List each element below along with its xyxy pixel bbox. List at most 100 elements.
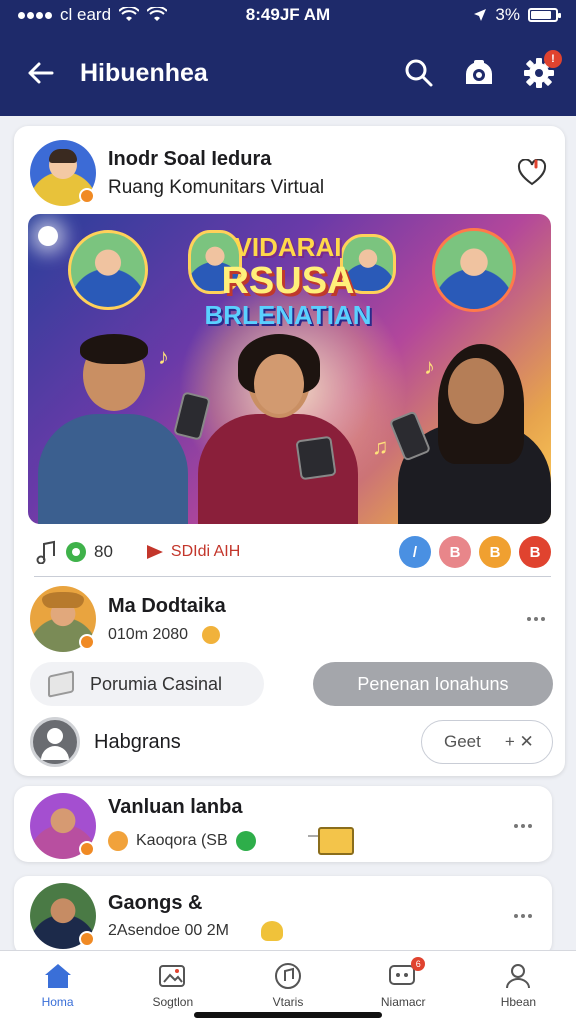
camera-button[interactable] — [462, 56, 496, 90]
online-indicator — [79, 188, 95, 204]
battery-icon — [528, 8, 561, 22]
settings-button[interactable]: ! — [522, 50, 562, 90]
banner-title: VIDARAI RSUSA BRLENATIAN — [188, 234, 388, 328]
list-item-inner: Vanluan lanba Kaoqora (SB — [30, 792, 536, 860]
get-button[interactable]: Geet + ✕ — [421, 720, 553, 764]
music-note-icon[interactable] — [36, 540, 58, 564]
nav-label: Hbean — [500, 995, 537, 1009]
close-icon[interactable]: + ✕ — [505, 732, 534, 752]
wifi-icon — [119, 7, 140, 21]
play-icon — [146, 545, 163, 559]
person-figure — [198, 334, 358, 524]
avatar[interactable] — [30, 883, 96, 949]
page-title: Hibuenhea — [80, 58, 208, 87]
avatar[interactable] — [30, 140, 96, 206]
online-indicator — [79, 931, 95, 947]
banner-line-1: VIDARAI — [234, 232, 342, 262]
reaction-button[interactable]: B — [479, 536, 511, 568]
gear-icon[interactable] — [66, 542, 86, 562]
home-icon — [42, 961, 74, 991]
header-actions: ! — [402, 50, 562, 90]
list-item-meta-text: 2Asendoe 00 2M — [108, 921, 229, 939]
pill-row: Porumia Casinal Penenan Ionahuns — [30, 662, 553, 706]
post2-titles: Ma Dodtaika 010m 2080 — [108, 595, 523, 644]
action-pill[interactable]: Penenan Ionahuns — [313, 662, 553, 706]
post2-header: Ma Dodtaika 010m 2080 — [30, 584, 549, 654]
folder-icon[interactable] — [307, 825, 356, 857]
reaction-button[interactable]: B — [439, 536, 471, 568]
post-titles: Inodr Soal Iedura Ruang Komunitars Virtu… — [108, 148, 515, 199]
feed-card: Inodr Soal Iedura Ruang Komunitars Virtu… — [14, 126, 565, 776]
post2-meta: 010m 2080 — [108, 625, 523, 644]
category-pill[interactable]: Porumia Casinal — [30, 662, 264, 706]
box-icon — [48, 670, 74, 698]
get-label: Geet — [444, 732, 481, 751]
post-header: Inodr Soal Iedura Ruang Komunitars Virtu… — [30, 138, 549, 208]
status-left: cl eard — [18, 5, 168, 25]
user-placeholder-icon — [30, 717, 80, 767]
back-arrow-icon — [28, 62, 54, 84]
list-item[interactable]: Gaongs & 2Asendoe 00 2M — [14, 876, 552, 956]
wifi-icon-2 — [147, 7, 168, 21]
banner-line-3: BRLENATIAN — [204, 300, 372, 330]
divider — [34, 576, 551, 577]
check-icon — [235, 830, 256, 851]
list-item-meta: Kaoqora (SB — [108, 825, 510, 857]
emoji-icon — [202, 625, 221, 644]
reaction-button[interactable]: B — [519, 536, 551, 568]
avatar-bubble — [432, 228, 516, 312]
nav-profile[interactable]: Hbean — [461, 951, 576, 1024]
phone — [295, 435, 337, 481]
post2-author[interactable]: Ma Dodtaika — [108, 595, 523, 618]
nav-label: Homa — [41, 995, 74, 1009]
action-count: 80 — [94, 542, 113, 561]
post-action-row: 80 SDIdi AIH / B B B — [36, 536, 551, 568]
invite-name: Habgrans — [94, 730, 181, 753]
avatar-bubble — [68, 230, 148, 310]
search-button[interactable] — [402, 56, 436, 90]
post-subtitle: Ruang Komunitars Virtual — [108, 176, 325, 198]
music-note-icon: ♫ — [372, 434, 389, 459]
invite-row: Habgrans Geet + ✕ — [30, 716, 553, 768]
settings-badge: ! — [544, 50, 562, 68]
chat-icon: 6 — [387, 957, 426, 991]
battery-fill — [531, 11, 551, 19]
avatar[interactable] — [30, 586, 96, 652]
reaction-button[interactable]: / — [399, 536, 431, 568]
location-icon — [474, 9, 487, 21]
post2-meta-text: 010m 2080 — [108, 625, 189, 643]
back-button[interactable] — [20, 53, 60, 93]
reaction-buttons: / B B B — [399, 536, 551, 568]
emoji-icon — [260, 920, 283, 941]
list-item-name: Gaongs & — [108, 891, 203, 914]
post-author[interactable]: Inodr Soal Iedura — [108, 148, 515, 171]
post-banner-image[interactable]: VIDARAI RSUSA BRLENATIAN ♪ ♪ ♫ — [28, 214, 551, 524]
heart-icon — [517, 159, 547, 186]
nav-badge: 6 — [411, 957, 426, 971]
person-figure — [38, 334, 188, 524]
action-left: 80 — [36, 540, 113, 564]
battery-percent: 3% — [495, 5, 520, 24]
nav-label: Vtaris — [272, 995, 304, 1009]
status-bar: cl eard 8:49JF AM 3% — [0, 0, 576, 30]
list-item[interactable]: Vanluan lanba Kaoqora (SB — [14, 786, 552, 862]
more-options-button[interactable] — [510, 906, 536, 926]
like-button[interactable] — [515, 156, 549, 190]
home-indicator — [194, 1012, 382, 1018]
image-icon — [157, 961, 189, 991]
search-icon — [405, 59, 433, 87]
more-options-button[interactable] — [523, 609, 549, 629]
profile-icon — [502, 961, 534, 991]
nav-label: Sogtlon — [152, 995, 194, 1009]
action-pill-label: Penenan Ionahuns — [357, 673, 509, 694]
nav-home[interactable]: Homa — [0, 951, 115, 1024]
more-options-button[interactable] — [510, 816, 536, 836]
list-item-titles: Gaongs & 2Asendoe 00 2M — [108, 892, 510, 941]
camera-icon — [466, 60, 492, 84]
coin-icon — [108, 830, 128, 851]
share-label: SDIdi AIH — [170, 543, 241, 560]
list-item-titles: Vanluan lanba Kaoqora (SB — [108, 796, 510, 857]
avatar[interactable] — [30, 793, 96, 859]
share-action[interactable]: SDIdi AIH — [146, 543, 241, 561]
list-item-name: Vanluan lanba — [108, 795, 243, 818]
